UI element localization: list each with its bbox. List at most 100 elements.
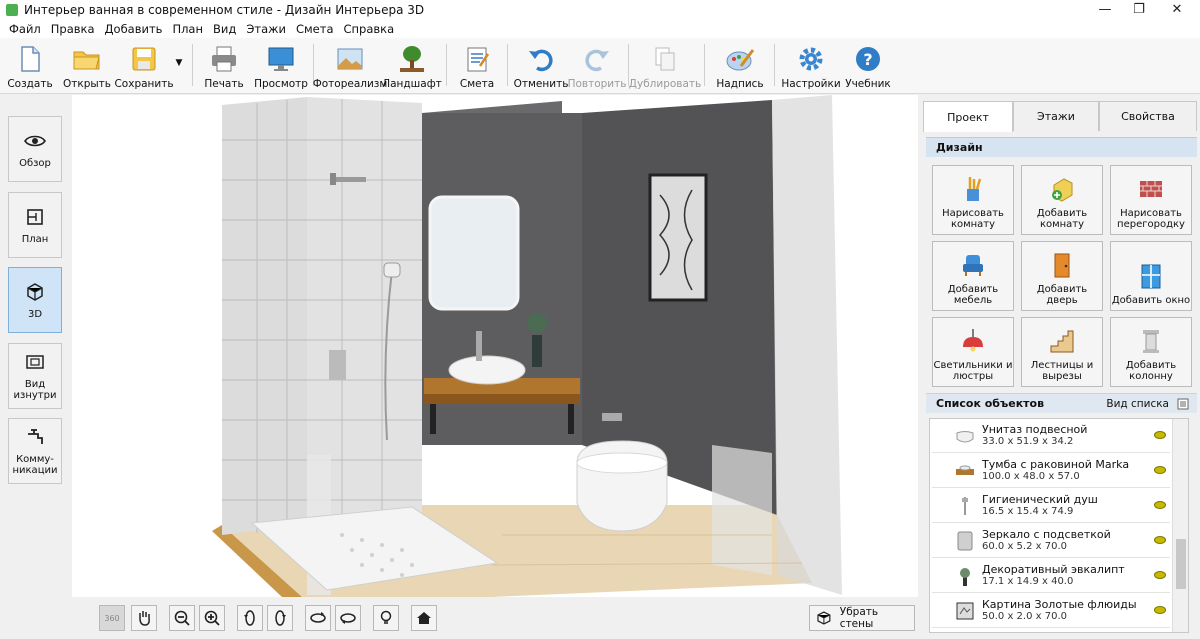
add-column-button[interactable]: Добавить колонну: [1110, 317, 1192, 387]
stairs-icon: [1050, 330, 1074, 353]
mirror-thumb-icon: [957, 531, 973, 550]
tab-project[interactable]: Проект: [923, 101, 1013, 132]
object-list-scrollbar[interactable]: [1172, 419, 1188, 632]
zoom-in-icon: [204, 610, 220, 626]
add-room-button[interactable]: Добавить комнату: [1021, 165, 1103, 235]
add-window-button[interactable]: Добавить окно: [1110, 241, 1192, 311]
menu-add[interactable]: Добавить: [100, 22, 168, 36]
tab-3d[interactable]: 3D: [8, 267, 62, 333]
create-button[interactable]: Создать: [7, 40, 53, 92]
panel-tabs: Проект Этажи Свойства: [923, 101, 1197, 132]
zoom-out-button[interactable]: [169, 605, 195, 631]
undo-icon: [529, 49, 553, 72]
brick-wall-icon: [1140, 181, 1162, 197]
list-view-icon[interactable]: [1177, 398, 1189, 410]
floppy-icon: [132, 47, 156, 71]
tilt-up-button[interactable]: [305, 605, 331, 631]
objects-header: Список объектов Вид списка: [926, 393, 1197, 413]
tab-floors[interactable]: Этажи: [1013, 101, 1099, 131]
tilt-down-icon: [340, 613, 356, 624]
visibility-eye-icon[interactable]: [1154, 536, 1166, 544]
draw-partition-button[interactable]: Нарисовать перегородку: [1110, 165, 1192, 235]
pan-button[interactable]: [131, 605, 157, 631]
rotate-360-icon: 360: [104, 613, 120, 623]
walls-cube-icon: [817, 611, 831, 625]
list-item[interactable]: Гигиенический душ 16.5 x 15.4 x 74.9: [932, 489, 1170, 523]
title-bar: Интерьер ванная в современном стиле - Ди…: [0, 0, 1200, 20]
zoom-in-button[interactable]: [199, 605, 225, 631]
painting-thumb-icon: [956, 602, 974, 619]
list-item[interactable]: Зеркало с подсветкой 60.0 x 5.2 x 70.0: [932, 524, 1170, 558]
tilt-down-button[interactable]: [335, 605, 361, 631]
add-furniture-button[interactable]: Добавить мебель: [932, 241, 1014, 311]
rotate-right-button[interactable]: [267, 605, 293, 631]
light-button[interactable]: [373, 605, 399, 631]
estimate-button[interactable]: Смета: [455, 40, 499, 92]
room-inside-icon: [26, 355, 44, 369]
menu-file[interactable]: Файл: [4, 22, 46, 36]
redo-button[interactable]: Повторить: [568, 40, 626, 92]
object-list: Унитаз подвесной 33.0 x 51.9 x 34.2 Тумба…: [929, 418, 1189, 633]
menu-help[interactable]: Справка: [339, 22, 400, 36]
duplicate-button[interactable]: Дублировать: [629, 40, 701, 92]
printer-icon: [212, 46, 236, 72]
tab-properties[interactable]: Свойства: [1099, 101, 1197, 131]
visibility-eye-icon[interactable]: [1154, 431, 1166, 439]
list-item[interactable]: Декоративный эвкалипт 17.1 x 14.9 x 40.0: [932, 559, 1170, 593]
list-item[interactable]: Тумба с раковиной Marka 100.0 x 48.0 x 57…: [932, 454, 1170, 488]
add-door-button[interactable]: Добавить дверь: [1021, 241, 1103, 311]
bathroom-scene: [72, 95, 918, 597]
dropdown-arrow-icon: ▼: [175, 58, 183, 68]
tab-plan[interactable]: План: [8, 192, 62, 258]
photorealism-button[interactable]: Фотореализм: [313, 40, 387, 92]
menu-view[interactable]: Вид: [208, 22, 241, 36]
vanity-thumb-icon: [956, 465, 974, 475]
open-button[interactable]: Открыть: [62, 40, 112, 92]
undo-button[interactable]: Отменить: [514, 40, 568, 92]
label-button[interactable]: Надпись: [715, 40, 765, 92]
visibility-eye-icon[interactable]: [1154, 466, 1166, 474]
close-button[interactable]: ✕: [1154, 0, 1200, 20]
visibility-eye-icon[interactable]: [1154, 571, 1166, 579]
door-icon: [1054, 253, 1070, 278]
toolbar: Создать Открыть Сохранить ▼ Печать Просм…: [0, 38, 1200, 94]
scrollbar-thumb[interactable]: [1176, 539, 1186, 589]
stairs-button[interactable]: Лестницы и вырезы: [1021, 317, 1103, 387]
menu-edit[interactable]: Правка: [46, 22, 100, 36]
save-button[interactable]: Сохранить: [114, 40, 174, 92]
tab-communications[interactable]: Комму-никации: [8, 418, 62, 484]
remove-walls-button[interactable]: Убрать стены: [809, 605, 915, 631]
settings-button[interactable]: Настройки: [781, 40, 841, 92]
menu-floors[interactable]: Этажи: [241, 22, 291, 36]
cube-icon: [27, 282, 43, 301]
menu-plan[interactable]: План: [167, 22, 208, 36]
tab-inside-view[interactable]: Вид изнутри: [8, 343, 62, 409]
plan-icon: [27, 208, 43, 225]
draw-room-button[interactable]: Нарисовать комнату: [932, 165, 1014, 235]
armchair-icon: [963, 255, 983, 276]
lights-button[interactable]: Светильники и люстры: [932, 317, 1014, 387]
print-button[interactable]: Печать: [202, 40, 246, 92]
menu-estimate[interactable]: Смета: [291, 22, 339, 36]
visibility-eye-icon[interactable]: [1154, 606, 1166, 614]
save-dropdown[interactable]: ▼: [173, 40, 185, 92]
window-icon: [1141, 264, 1161, 289]
view-list-link[interactable]: Вид списка: [1106, 398, 1169, 410]
viewport-3d[interactable]: [72, 95, 918, 597]
rotate-360-button[interactable]: 360: [99, 605, 125, 631]
home-icon: [417, 612, 431, 624]
home-view-button[interactable]: [411, 605, 437, 631]
tutorial-button[interactable]: ? Учебник: [844, 40, 892, 92]
preview-button[interactable]: Просмотр: [254, 40, 308, 92]
gear-icon: [799, 47, 823, 71]
lamp-icon: [963, 329, 983, 352]
hand-icon: [139, 611, 150, 626]
list-item[interactable]: Унитаз подвесной 33.0 x 51.9 x 34.2: [932, 419, 1170, 453]
landscape-button[interactable]: Ландшафт: [382, 40, 442, 92]
view-controls-bar: 360 Убрать стены: [72, 597, 918, 639]
visibility-eye-icon[interactable]: [1154, 501, 1166, 509]
rotate-left-button[interactable]: [237, 605, 263, 631]
list-item[interactable]: Картина Золотые флюиды 50.0 x 2.0 x 70.0: [932, 594, 1170, 628]
tab-overview[interactable]: Обзор: [8, 116, 62, 182]
tilt-up-icon: [310, 612, 326, 623]
